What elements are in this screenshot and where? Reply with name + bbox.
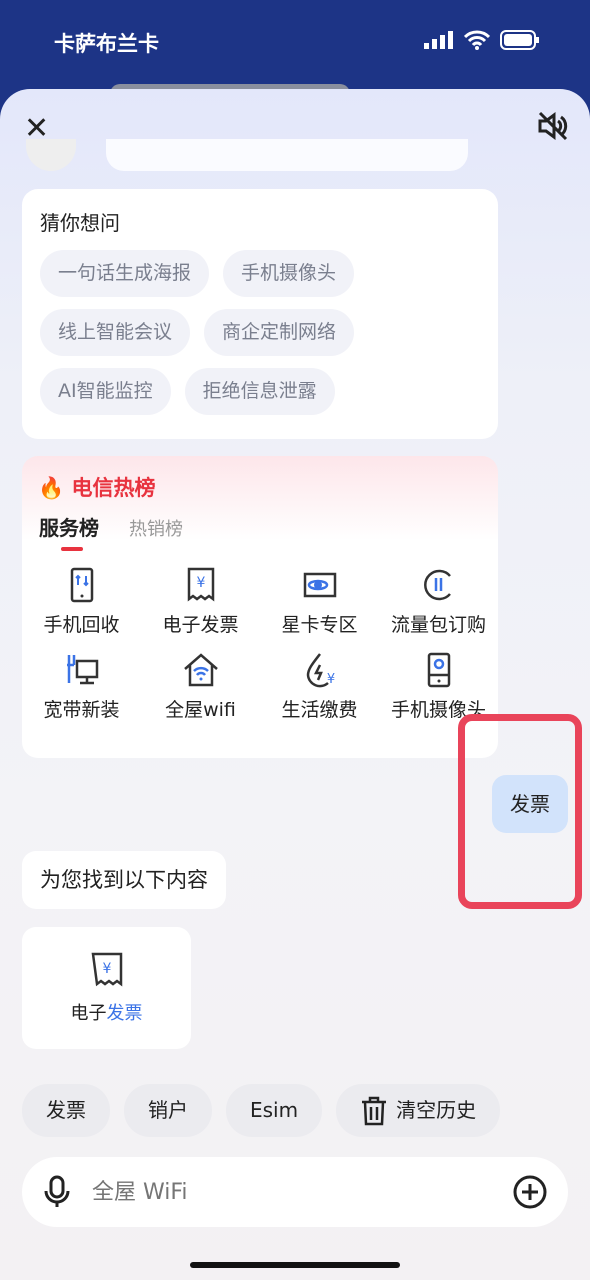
trash-icon xyxy=(362,1096,387,1125)
invoice-icon: ¥ xyxy=(91,952,122,987)
suggestion-chip[interactable]: 商企定制网络 xyxy=(204,309,355,356)
suggested-questions-card: 猜你想问 一句话生成海报 手机摄像头 线上智能会议 商企定制网络 AI智能监控 … xyxy=(22,189,498,439)
wifi-icon xyxy=(464,30,490,50)
assistant-reply: 为您找到以下内容 xyxy=(22,851,226,909)
mute-icon[interactable] xyxy=(536,109,570,143)
phone-recycle-icon xyxy=(70,567,93,603)
svg-text:¥: ¥ xyxy=(102,961,111,977)
result-label: 电子 xyxy=(70,1003,107,1024)
previous-message xyxy=(106,139,468,171)
tab-service[interactable]: 服务榜 xyxy=(39,512,99,551)
service-item-label: 全屋wifi xyxy=(165,699,236,721)
fire-icon: 🔥 xyxy=(38,476,65,500)
service-item[interactable]: 星卡专区 xyxy=(260,566,379,637)
clear-history-label: 清空历史 xyxy=(396,1098,477,1122)
suggestion-chip[interactable]: 线上智能会议 xyxy=(40,309,191,356)
service-item-label: 星卡专区 xyxy=(281,614,358,636)
home-indicator[interactable] xyxy=(190,1262,400,1268)
status-bar: 卡萨布兰卡 xyxy=(0,0,590,90)
service-item[interactable]: ¥ 电子发票 xyxy=(141,566,260,637)
carrier-name: 卡萨布兰卡 xyxy=(54,32,159,56)
service-item-label: 宽带新装 xyxy=(43,699,120,721)
result-card-invoice[interactable]: ¥ 电子发票 xyxy=(22,927,191,1049)
suggestion-chip[interactable]: AI智能监控 xyxy=(40,368,171,415)
plus-icon[interactable] xyxy=(512,1174,548,1210)
clear-history-button[interactable]: 清空历史 xyxy=(336,1084,501,1137)
input-bar xyxy=(22,1157,568,1227)
suggestion-chip[interactable]: 拒绝信息泄露 xyxy=(184,368,335,415)
home-wifi-icon xyxy=(183,653,218,687)
phone-camera-icon xyxy=(427,652,450,688)
suggestion-chip[interactable]: 一句话生成海报 xyxy=(40,250,210,297)
service-item[interactable]: 流量包订购 xyxy=(379,566,498,637)
broadband-icon xyxy=(66,655,98,685)
microphone-icon[interactable] xyxy=(42,1175,72,1209)
hot-list-card: 🔥 电信热榜 服务榜 热销榜 手机回收 ¥ 电子发票 星卡专区 流量包订购宽带新装 全屋w… xyxy=(22,456,498,758)
service-item[interactable]: ¥ 生活缴费 xyxy=(260,651,379,722)
highlight-box xyxy=(458,714,582,909)
svg-text:¥: ¥ xyxy=(326,672,334,687)
service-item-label: 手机回收 xyxy=(43,614,120,636)
service-item-label: 流量包订购 xyxy=(390,614,486,636)
result-highlight: 发票 xyxy=(106,1003,143,1024)
suggestion-chip[interactable]: 手机摄像头 xyxy=(223,250,355,297)
service-item-label: 生活缴费 xyxy=(281,699,358,721)
data-package-icon xyxy=(423,569,451,601)
service-item[interactable]: 全屋wifi xyxy=(141,651,260,722)
star-card-icon xyxy=(303,572,336,598)
invoice-icon: ¥ xyxy=(187,567,214,602)
service-item[interactable]: 宽带新装 xyxy=(22,651,141,722)
suggested-title: 猜你想问 xyxy=(40,211,120,235)
battery-icon xyxy=(500,30,539,50)
quick-reply-button[interactable]: 发票 xyxy=(22,1084,110,1137)
signal-icon xyxy=(424,31,453,49)
quick-reply-button[interactable]: Esim xyxy=(226,1084,323,1137)
assistant-sheet: ✕ 猜你想问 一句话生成海报 手机摄像头 线上智能会议 商企定制网络 AI智能监… xyxy=(0,89,590,1280)
svg-text:¥: ¥ xyxy=(196,575,205,591)
service-item[interactable]: 手机摄像头 xyxy=(379,651,498,722)
tab-best-selling[interactable]: 热销榜 xyxy=(129,515,183,541)
utility-payment-icon: ¥ xyxy=(306,653,335,688)
assistant-avatar xyxy=(26,139,76,171)
service-item[interactable]: 手机回收 xyxy=(22,566,141,637)
service-item-label: 电子发票 xyxy=(162,614,239,636)
hot-list-title: 电信热榜 xyxy=(71,476,156,500)
message-input[interactable] xyxy=(92,1179,512,1205)
quick-reply-button[interactable]: 销户 xyxy=(124,1084,212,1137)
